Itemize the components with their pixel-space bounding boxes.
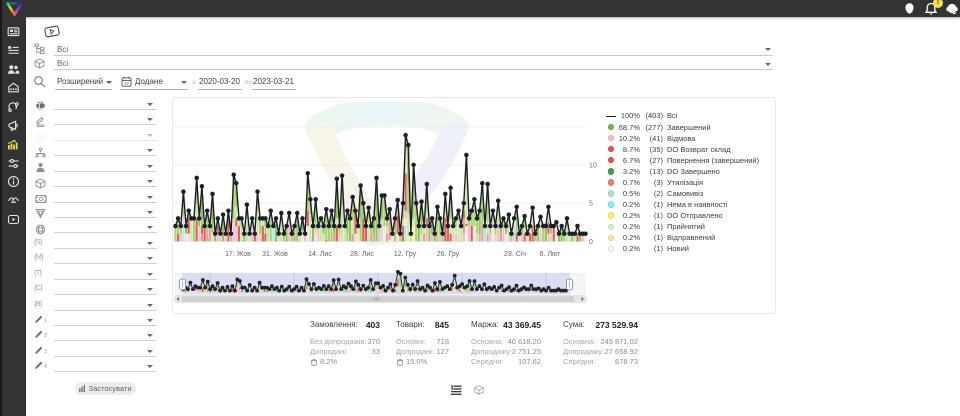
svg-text:12. Гру: 12. Гру (394, 251, 417, 258)
svg-text:26. Гру: 26. Гру (437, 251, 460, 258)
svg-text:10: 10 (589, 162, 597, 169)
svg-text:14. Лис: 14. Лис (308, 251, 332, 258)
svg-text:0: 0 (589, 239, 593, 246)
svg-text:5: 5 (589, 201, 593, 208)
svg-text:23. Січ: 23. Січ (504, 250, 526, 258)
svg-text:6. Лют: 6. Лют (540, 251, 561, 258)
svg-text:17. Жов: 17. Жов (225, 251, 251, 258)
svg-text:31. Жов: 31. Жов (262, 251, 288, 258)
svg-text:28. Лис: 28. Лис (350, 251, 374, 258)
